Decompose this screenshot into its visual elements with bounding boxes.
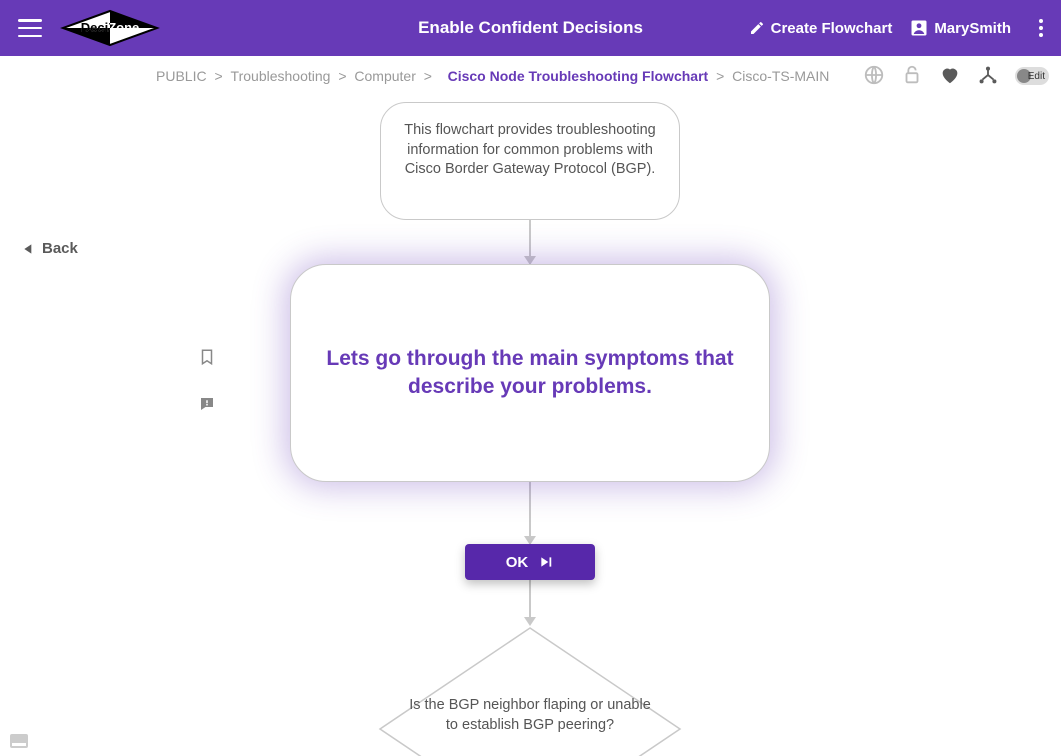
ok-button[interactable]: OK xyxy=(465,544,595,580)
user-menu[interactable]: MarySmith xyxy=(910,19,1011,37)
crumb-public[interactable]: PUBLIC xyxy=(156,68,207,84)
breadcrumb-bar: PUBLIC > Troubleshooting > Computer > Ci… xyxy=(0,56,1061,96)
flowchart-canvas: Back This flowchart provides troubleshoo… xyxy=(0,96,1061,756)
globe-icon[interactable] xyxy=(863,64,885,89)
decision-node[interactable]: Is the BGP neighbor flaping or unable to… xyxy=(376,624,684,756)
current-node-text: Lets go through the main symptoms that d… xyxy=(321,345,739,402)
edit-toggle-label: Edit xyxy=(1028,71,1045,82)
side-tools xyxy=(198,348,216,418)
back-button[interactable]: Back xyxy=(22,240,78,257)
lock-icon[interactable] xyxy=(901,64,923,89)
info-node[interactable]: This flowchart provides troubleshooting … xyxy=(380,102,680,220)
avatar-icon xyxy=(910,19,928,37)
user-name: MarySmith xyxy=(934,20,1011,37)
crumb-computer[interactable]: Computer xyxy=(354,68,415,84)
connector xyxy=(529,482,531,544)
back-label: Back xyxy=(42,240,78,257)
toolbar: Edit xyxy=(863,64,1049,89)
pencil-icon xyxy=(749,20,765,36)
edit-toggle[interactable]: Edit xyxy=(1015,67,1049,85)
next-icon xyxy=(538,555,554,569)
create-flowchart-button[interactable]: Create Flowchart xyxy=(749,20,893,37)
keyboard-icon[interactable] xyxy=(10,734,28,748)
decision-node-text: Is the BGP neighbor flaping or unable to… xyxy=(405,696,655,735)
info-node-text: This flowchart provides troubleshooting … xyxy=(404,122,655,177)
page-title: Enable Confident Decisions xyxy=(418,18,643,38)
crumb-active[interactable]: Cisco Node Troubleshooting Flowchart xyxy=(448,68,709,84)
heart-icon[interactable] xyxy=(939,64,961,89)
current-node[interactable]: Lets go through the main symptoms that d… xyxy=(290,264,770,482)
app-header: DeciZone DeciZone Enable Confident Decis… xyxy=(0,0,1061,56)
tree-icon[interactable] xyxy=(977,64,999,89)
bookmark-icon[interactable] xyxy=(198,348,216,371)
crumb-tail: Cisco-TS-MAIN xyxy=(732,68,829,84)
menu-icon[interactable] xyxy=(18,19,42,37)
more-icon[interactable] xyxy=(1029,19,1053,37)
logo[interactable]: DeciZone DeciZone xyxy=(60,8,160,48)
ok-label: OK xyxy=(506,554,529,571)
back-icon xyxy=(22,242,36,256)
header-right: Create Flowchart MarySmith xyxy=(749,19,1053,37)
crumb-troubleshooting[interactable]: Troubleshooting xyxy=(231,68,331,84)
create-flowchart-label: Create Flowchart xyxy=(771,20,893,37)
comment-icon[interactable] xyxy=(198,395,216,418)
